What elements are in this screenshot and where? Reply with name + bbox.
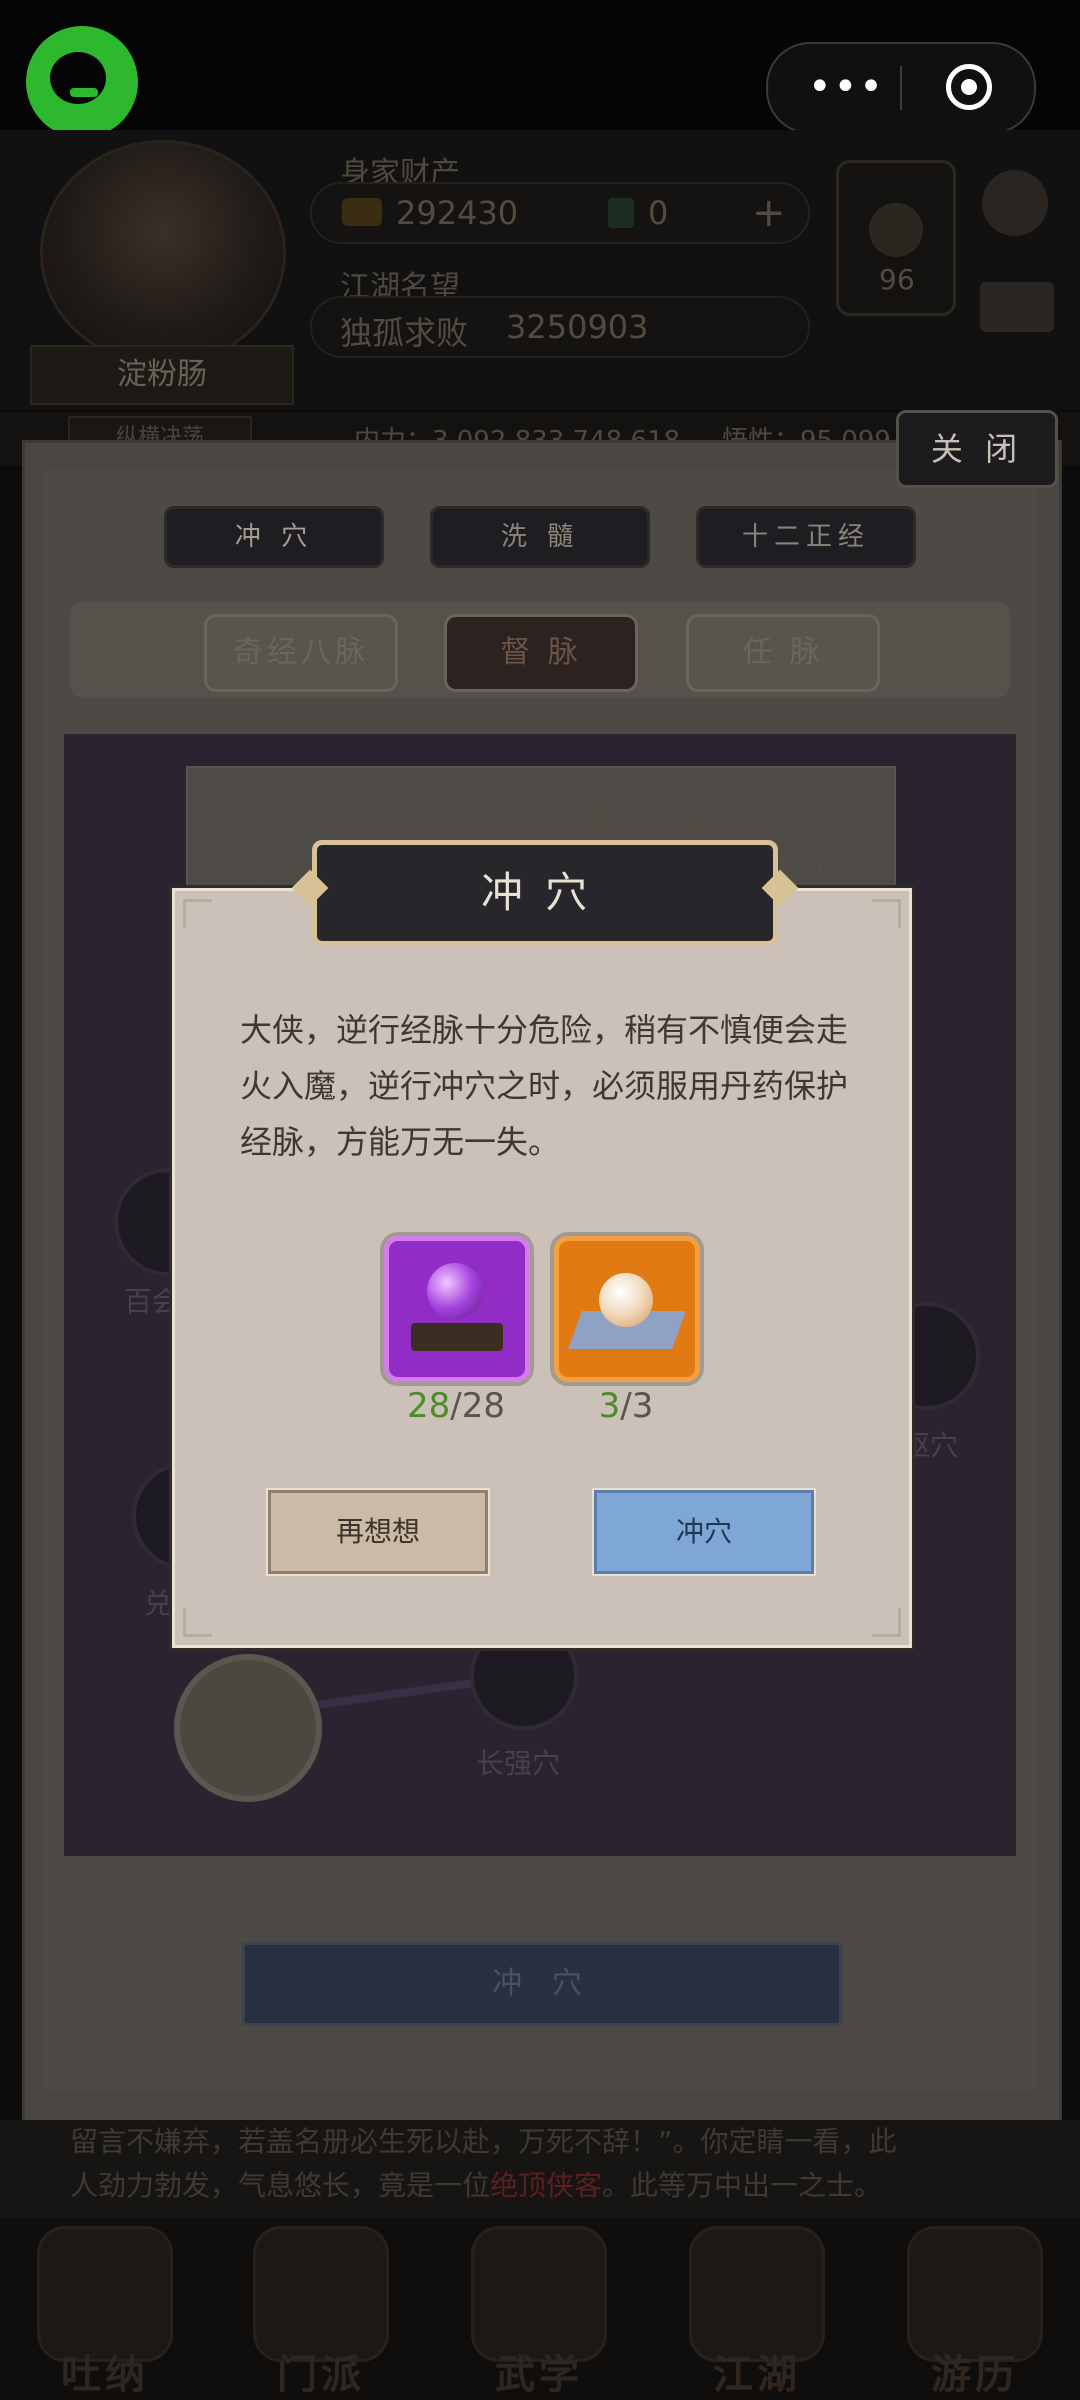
story-line-2-end: 。此等万中出一之士。 (602, 2169, 883, 2202)
nav-wuxue[interactable]: 武学 (464, 2226, 614, 2398)
fame-value: 3250903 (506, 308, 649, 346)
orb-stand-icon (411, 1323, 503, 1351)
nav-label: 江湖 (713, 2352, 801, 2398)
reconsider-button[interactable]: 再想想 (266, 1488, 490, 1576)
pill-icon (599, 1273, 653, 1327)
nav-jianghu[interactable]: 江湖 (682, 2226, 832, 2398)
story-line-1: 留言不嫌弃，若盖名册必生死以赴，万死不辞！”。你定睛一看，此 (70, 2125, 897, 2158)
tab-xisui[interactable]: 洗 髓 (430, 506, 650, 568)
story-text: 留言不嫌弃，若盖名册必生死以赴，万死不辞！”。你定睛一看，此 人劲力勃发，气息悠… (0, 2120, 1080, 2220)
pill-item-slot[interactable] (550, 1232, 704, 1386)
player-name: 淀粉肠 (30, 345, 294, 405)
corner-ornament (183, 899, 212, 928)
subtab-renmai[interactable]: 任 脉 (686, 614, 880, 692)
orb-have-count: 28 (407, 1386, 451, 1426)
story-line-2: 人劲力勃发，气息悠长，竟是一位绝顶侠客。此等万中出一之士。 (70, 2164, 1010, 2208)
corner-ornament (872, 899, 901, 928)
gem-count: 0 (648, 194, 669, 232)
purple-orb-count: 28/28 (376, 1386, 536, 1426)
pill-have-count: 3 (598, 1386, 621, 1426)
capsule-divider (900, 66, 902, 110)
nav-label: 游历 (931, 2352, 1019, 2398)
pill-count: 3/3 (546, 1386, 706, 1426)
mail-icon[interactable] (980, 282, 1054, 332)
purple-orb-item-slot[interactable] (380, 1232, 534, 1386)
orb-need-count: /28 (450, 1386, 505, 1426)
chongxue-confirm-button[interactable]: 冲穴 (592, 1488, 816, 1576)
currency-bar: 292430 0 + (310, 182, 810, 244)
nav-tuna[interactable]: 吐纳 (30, 2226, 180, 2398)
corner-ornament (872, 1608, 901, 1637)
story-line-2-start: 人劲力勃发，气息悠长，竟是一位 (70, 2169, 491, 2202)
nav-label: 门派 (277, 2352, 365, 2398)
pill-need-count: /3 (620, 1386, 654, 1426)
corner-ornament (183, 1608, 212, 1637)
rank-title: 独孤求败 (340, 314, 469, 352)
nav-youli[interactable]: 游历 (900, 2226, 1050, 2398)
acupoint-label-dui: 兑 (144, 1587, 173, 1620)
subtab-qijing-bamai[interactable]: 奇经八脉 (204, 614, 398, 692)
dialog-title: 冲穴 (312, 840, 778, 946)
yin-yang-level-badge[interactable]: 96 (836, 160, 956, 316)
subtab-dumai[interactable]: 督 脉 (444, 614, 638, 692)
current-label: 当前 (242, 800, 302, 835)
badge-level: 96 (879, 263, 915, 296)
nav-label: 吐纳 (61, 2352, 149, 2398)
add-currency-icon[interactable]: + (752, 190, 786, 236)
yin-yang-icon (869, 203, 923, 257)
acupoint-label-changqiang: 长强穴 (476, 1747, 561, 1780)
close-miniprogram-icon[interactable] (946, 64, 992, 110)
tab-chongxue[interactable]: 冲 穴 (164, 506, 384, 568)
app-logo-icon[interactable] (26, 26, 138, 138)
current-value: 长强穴 | 逆行十阶一层 (554, 800, 854, 835)
moon-node-icon[interactable] (174, 1654, 322, 1802)
fame-bar: 独孤求败 3250903 (310, 296, 810, 358)
mini-program-capsule: ••• (766, 42, 1036, 134)
dialog-message: 大侠，逆行经脉十分危险，稍有不慎便会走火入魔，逆行冲穴之时，必须服用丹药保护经脉… (240, 1011, 849, 1161)
story-highlight: 绝顶侠客 (490, 2169, 603, 2202)
gear-icon[interactable] (982, 170, 1048, 236)
close-button[interactable]: 关 闭 (896, 410, 1058, 488)
gem-icon (608, 198, 634, 228)
avatar[interactable] (40, 140, 286, 366)
more-menu-icon[interactable]: ••• (808, 67, 885, 107)
coin-icon (342, 198, 382, 226)
nav-label: 武学 (495, 2352, 583, 2398)
chongxue-main-button[interactable]: 冲 穴 (242, 1942, 842, 2026)
tab-shier-zhengjing[interactable]: 十二正经 (696, 506, 916, 568)
coin-count: 292430 (396, 194, 519, 232)
purple-orb-icon (427, 1263, 483, 1319)
nav-menpai[interactable]: 门派 (246, 2226, 396, 2398)
